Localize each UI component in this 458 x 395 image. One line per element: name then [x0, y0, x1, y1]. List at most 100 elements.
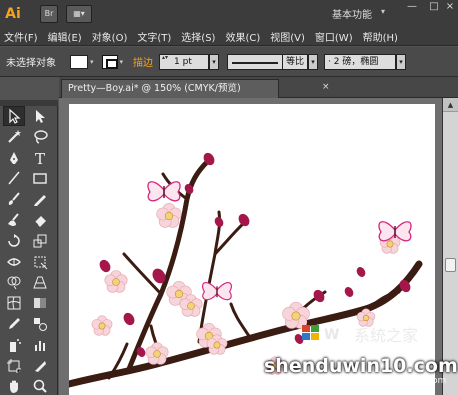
profile-dropdown[interactable]: ▾ — [308, 53, 319, 70]
canvas-area[interactable] — [59, 98, 442, 395]
chevron-down-icon[interactable]: ▾ — [120, 58, 124, 66]
blossom — [104, 270, 128, 293]
artboard[interactable] — [69, 104, 435, 395]
slice-tool[interactable] — [29, 356, 51, 376]
brush-definition[interactable]: · 2 磅，椭圆 — [324, 53, 397, 70]
menu-view[interactable]: 视图(V) — [266, 29, 311, 44]
stroke-swatch[interactable] — [101, 54, 118, 69]
chevron-down-icon[interactable]: ▾ — [381, 7, 385, 16]
scale-tool[interactable] — [29, 231, 51, 251]
free-transform-icon — [34, 256, 48, 269]
graph-icon — [35, 340, 45, 351]
blend-tool[interactable] — [29, 314, 51, 334]
perspective-grid-icon — [33, 276, 47, 289]
menu-edit[interactable]: 编辑(E) — [44, 29, 88, 44]
bridge-button[interactable]: Br — [40, 5, 58, 23]
blob-brush-tool[interactable] — [3, 210, 25, 230]
line-icon — [8, 171, 20, 185]
zoom-icon — [33, 380, 47, 394]
chevron-down-icon[interactable]: ▾ — [90, 58, 94, 66]
stroke-panel-link[interactable]: 描边 — [133, 54, 153, 69]
mesh-icon — [7, 296, 21, 310]
line-tool[interactable] — [3, 168, 25, 188]
bud — [313, 289, 325, 303]
free-transform-tool[interactable] — [29, 252, 51, 272]
selection-tool[interactable] — [3, 106, 25, 126]
document-tab-bar: Pretty—Boy.ai* @ 150% (CMYK/预览) × — [59, 77, 458, 98]
fill-swatch[interactable] — [70, 54, 88, 69]
blob-brush-icon — [8, 213, 19, 226]
hand-tool[interactable] — [3, 376, 25, 395]
windows-logo-icon: W — [302, 325, 339, 343]
menu-type[interactable]: 文字(T) — [133, 29, 177, 44]
graph-tool[interactable] — [29, 335, 51, 355]
minimize-button[interactable]: — — [402, 0, 422, 14]
menu-help[interactable]: 帮助(H) — [359, 29, 404, 44]
app-logo: Ai — [5, 6, 21, 22]
menu-effect[interactable]: 效果(C) — [221, 29, 266, 44]
variable-width-profile[interactable] — [227, 53, 284, 70]
scroll-up-icon[interactable]: ▲ — [443, 98, 458, 112]
illustrator-window: Ai Br ▦▾ 基本功能 ▾ — □ × 文件(F) 编辑(E) 对象(O) … — [0, 0, 458, 395]
stroke-weight-field[interactable]: 1 pt — [159, 53, 210, 70]
stroke-profile-label[interactable]: 等比 — [283, 53, 309, 70]
watermark-small: Winwin7.com — [386, 376, 447, 386]
butterfly — [147, 181, 181, 202]
pencil-tool[interactable] — [29, 189, 51, 209]
watermark-brand: 系统之家 — [354, 326, 419, 345]
workspace-switcher[interactable]: 基本功能 — [332, 6, 372, 21]
title-bar: Ai Br ▦▾ — [0, 0, 458, 28]
selection-icon — [9, 108, 21, 124]
menu-window[interactable]: 窗口(W) — [311, 29, 359, 44]
zoom-tool[interactable] — [29, 376, 51, 395]
scrollbar-thumb[interactable] — [445, 258, 456, 272]
plum-blossom-artwork[interactable] — [69, 104, 435, 395]
vertical-scrollbar[interactable]: ▲ — [442, 98, 458, 395]
menu-file[interactable]: 文件(F) — [0, 29, 44, 44]
width-icon — [7, 257, 21, 266]
type-tool[interactable]: T — [29, 148, 51, 168]
close-window-button[interactable]: × — [440, 0, 458, 14]
branch — [229, 302, 251, 338]
menu-select[interactable]: 选择(S) — [177, 29, 221, 44]
bud — [344, 287, 354, 297]
menu-object[interactable]: 对象(O) — [88, 29, 134, 44]
bud — [123, 312, 135, 326]
paintbrush-tool[interactable] — [3, 189, 25, 209]
branch — [197, 210, 221, 344]
direct-selection-tool[interactable] — [29, 106, 51, 126]
perspective-grid-tool[interactable] — [29, 272, 51, 292]
type-icon: T — [35, 150, 45, 166]
arrange-documents-button[interactable]: ▦▾ — [66, 5, 92, 23]
magic-wand-icon — [8, 129, 22, 143]
grid-icon: ▦▾ — [73, 9, 85, 18]
artboard-tool[interactable] — [3, 356, 25, 376]
butterfly — [378, 221, 412, 242]
rectangle-tool[interactable] — [29, 168, 51, 188]
close-tab-icon[interactable]: × — [322, 82, 330, 92]
shape-builder-icon — [7, 276, 21, 290]
pen-tool[interactable] — [3, 148, 25, 168]
bud — [214, 217, 224, 227]
document-tab[interactable]: Pretty—Boy.ai* @ 150% (CMYK/预览) — [61, 79, 279, 98]
selection-status: 未选择对象 — [6, 58, 56, 69]
symbol-sprayer-tool[interactable] — [3, 335, 25, 355]
shape-builder-tool[interactable] — [3, 272, 25, 292]
stroke-weight-dropdown[interactable]: ▾ — [209, 53, 220, 70]
scale-icon — [33, 234, 47, 248]
direct-selection-icon — [36, 110, 45, 123]
brush-dropdown[interactable]: ▾ — [396, 53, 407, 70]
rotate-tool[interactable] — [3, 231, 25, 251]
blend-icon — [34, 318, 47, 331]
lasso-tool[interactable] — [29, 127, 51, 147]
gradient-tool[interactable] — [29, 293, 51, 313]
mesh-tool[interactable] — [3, 293, 25, 313]
width-tool[interactable] — [3, 252, 25, 272]
eraser-tool[interactable] — [29, 210, 51, 230]
slice-icon — [35, 360, 46, 372]
eyedropper-tool[interactable] — [3, 314, 25, 334]
rotate-icon — [8, 233, 20, 247]
watermark-site: shenduwin10.com — [264, 355, 458, 377]
magic-wand-tool[interactable] — [3, 127, 25, 147]
svg-text:W: W — [324, 327, 339, 343]
